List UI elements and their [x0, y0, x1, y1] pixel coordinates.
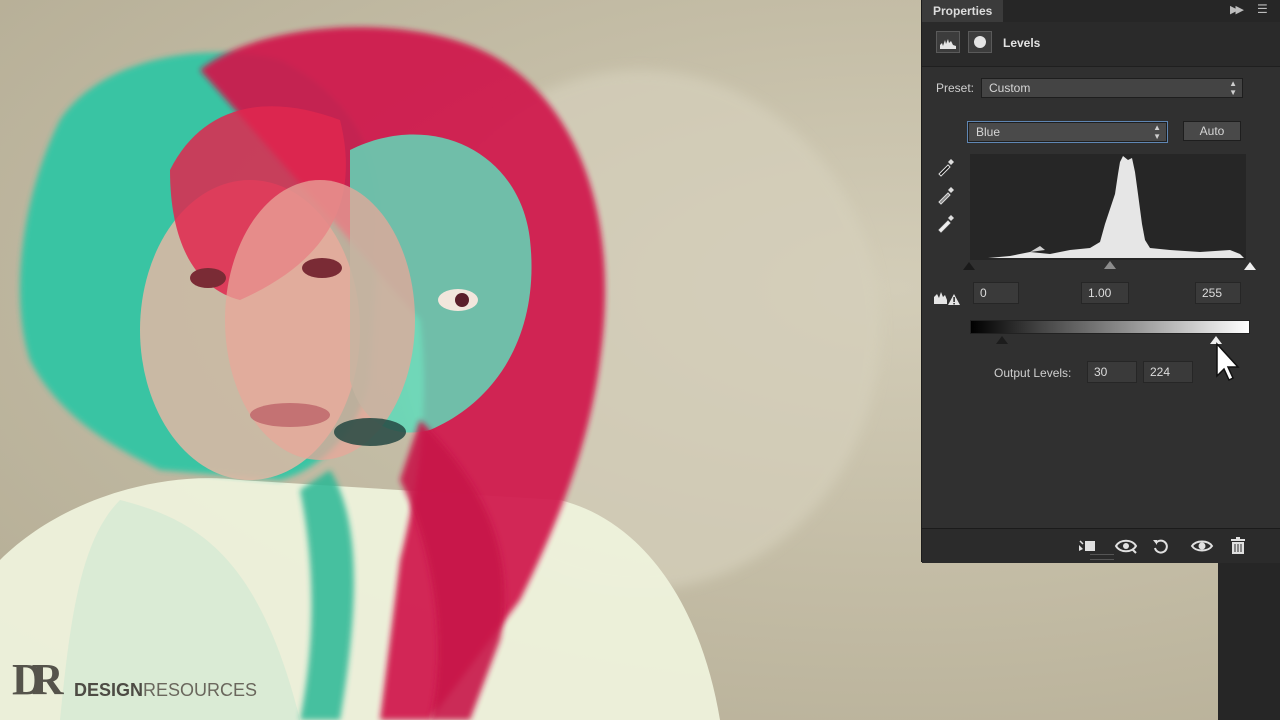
visibility-eye-icon[interactable]	[1190, 537, 1214, 555]
input-white-slider[interactable]	[1244, 262, 1256, 270]
watermark-logo: DR	[12, 655, 63, 704]
histogram	[970, 154, 1246, 260]
channel-dropdown[interactable]: Blue ▲ ▼	[968, 122, 1167, 142]
output-white-field[interactable]: 224	[1143, 361, 1193, 383]
input-gamma-field[interactable]: 1.00	[1081, 282, 1129, 304]
input-black-slider[interactable]	[963, 262, 975, 270]
white-point-eyedropper-icon[interactable]	[936, 213, 956, 233]
output-black-field[interactable]: 30	[1087, 361, 1137, 383]
input-white-field[interactable]: 255	[1195, 282, 1241, 304]
mouse-cursor-icon	[1216, 342, 1240, 382]
black-point-eyedropper-icon[interactable]	[936, 157, 956, 177]
auto-button[interactable]: Auto	[1183, 121, 1241, 141]
output-black-slider[interactable]	[996, 336, 1008, 344]
reset-icon[interactable]	[1151, 537, 1171, 555]
channel-value: Blue	[976, 125, 1001, 139]
tab-properties[interactable]: Properties	[922, 0, 1004, 22]
clip-to-layer-icon[interactable]	[1077, 537, 1097, 555]
preset-dropdown[interactable]: Custom ▲ ▼	[981, 78, 1243, 98]
levels-histogram-icon[interactable]	[936, 31, 960, 53]
output-levels-label: Output Levels:	[994, 366, 1072, 380]
gray-point-eyedropper-icon[interactable]	[936, 185, 956, 205]
clipping-warning-icon[interactable]	[934, 288, 960, 306]
output-gradient-bar	[970, 320, 1250, 334]
dropdown-arrows-icon: ▲ ▼	[1229, 79, 1237, 97]
layer-title: Levels	[1003, 36, 1041, 50]
dropdown-arrows-icon: ▲ ▼	[1153, 123, 1161, 141]
adjustment-layer-row: Levels	[922, 22, 1280, 67]
properties-panel: Properties ▶▶ ☰ Levels Preset: Custom ▲ ▼…	[921, 0, 1280, 563]
trash-icon[interactable]	[1228, 537, 1248, 555]
view-previous-state-icon[interactable]	[1114, 537, 1138, 555]
input-gamma-slider[interactable]	[1104, 261, 1116, 269]
preset-value: Custom	[989, 81, 1031, 95]
panel-resize-grip[interactable]	[1090, 554, 1114, 560]
watermark-brand-light: RESOURCES	[143, 680, 258, 700]
input-black-field[interactable]: 0	[973, 282, 1019, 304]
workspace-background	[1218, 562, 1280, 720]
panel-header: Properties ▶▶ ☰	[922, 0, 1280, 22]
portrait-photo	[0, 27, 880, 720]
panel-menu-icon[interactable]: ☰	[1257, 2, 1268, 16]
mask-icon[interactable]	[968, 31, 992, 53]
preset-label: Preset:	[936, 81, 975, 95]
collapse-panel-icon[interactable]: ▶▶	[1230, 3, 1244, 16]
watermark-brand: DESIGNRESOURCES	[74, 680, 257, 701]
watermark-brand-bold: DESIGN	[74, 680, 144, 700]
